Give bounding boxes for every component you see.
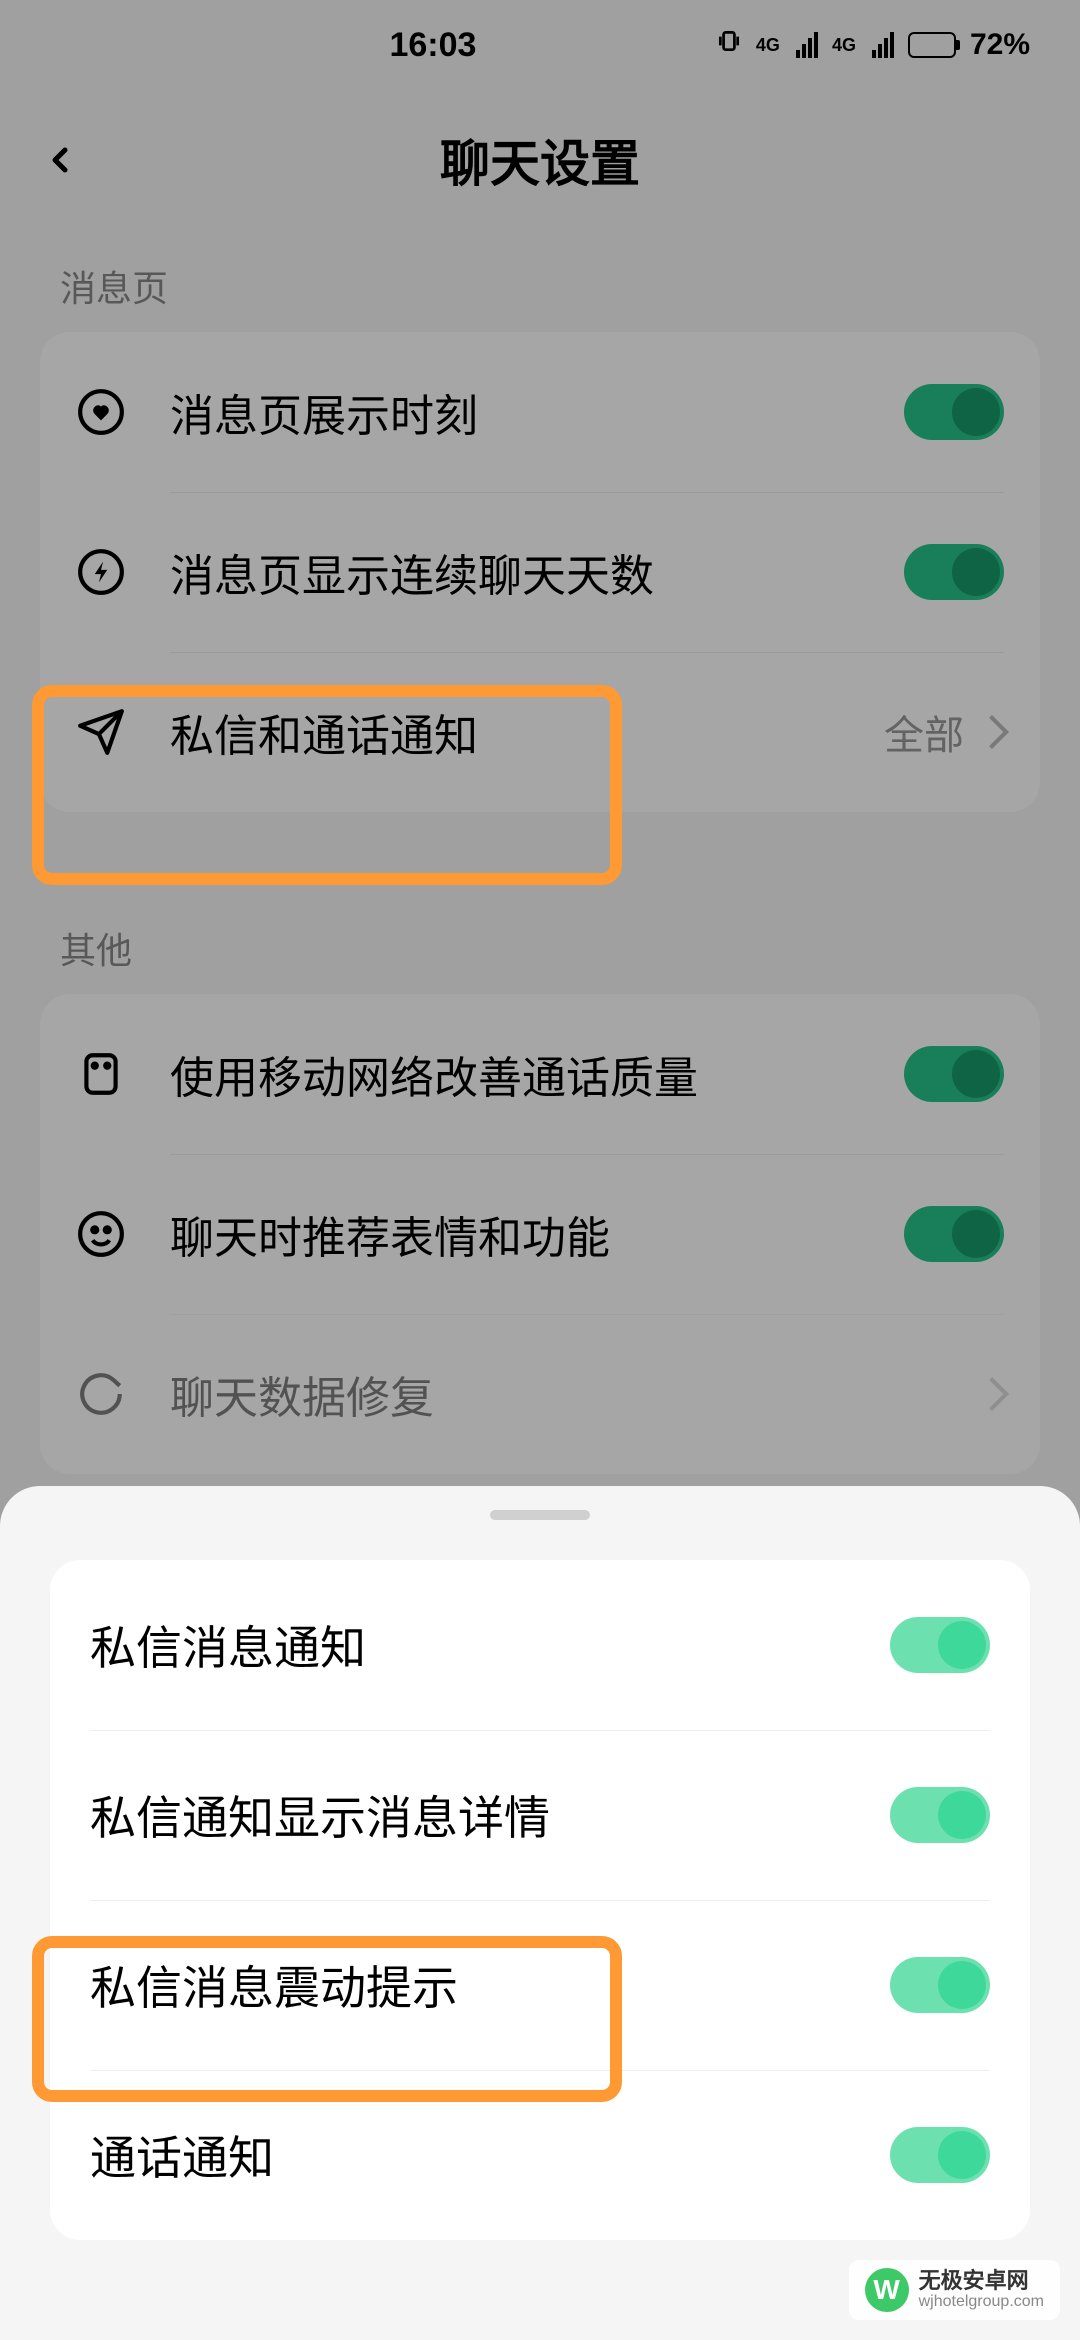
sheet-row-label: 私信消息震动提示 — [90, 1952, 890, 2018]
row-value: 全部 — [884, 703, 964, 761]
toggle-dm-vibrate[interactable] — [890, 1957, 990, 2013]
refresh-icon — [76, 1369, 126, 1419]
status-time: 16:03 — [150, 26, 716, 65]
toggle-call-notify[interactable] — [890, 2127, 990, 2183]
row-data-repair[interactable]: 聊天数据修复 — [40, 1314, 1040, 1474]
row-label: 消息页显示连续聊天天数 — [170, 540, 904, 604]
watermark-title: 无极安卓网 — [919, 2269, 1044, 2293]
row-emoji-suggest[interactable]: 聊天时推荐表情和功能 — [40, 1154, 1040, 1314]
page-title: 聊天设置 — [0, 124, 1080, 196]
smile-icon — [76, 1209, 126, 1259]
sheet-row-label: 通话通知 — [90, 2122, 890, 2188]
section-label-messages: 消息页 — [0, 230, 1080, 332]
watermark-url: wjhotelgroup.com — [919, 2293, 1044, 2311]
watermark-logo: W — [865, 2268, 909, 2312]
row-label: 聊天数据修复 — [170, 1362, 980, 1426]
sheet-row-dm-vibrate[interactable]: 私信消息震动提示 — [50, 1900, 1030, 2070]
chevron-right-icon — [975, 1377, 1009, 1411]
paper-plane-icon — [76, 707, 126, 757]
row-show-moments[interactable]: 消息页展示时刻 — [40, 332, 1040, 492]
status-bar: 16:03 4G 4G 72% — [0, 0, 1080, 90]
sim-icon — [76, 1049, 126, 1099]
toggle-dm-detail[interactable] — [890, 1787, 990, 1843]
signal-icon-1 — [796, 32, 818, 58]
row-label: 使用移动网络改善通话质量 — [170, 1042, 904, 1106]
heart-circle-icon — [76, 387, 126, 437]
sheet-row-dm-notify[interactable]: 私信消息通知 — [50, 1560, 1030, 1730]
sheet-card: 私信消息通知 私信通知显示消息详情 私信消息震动提示 通话通知 — [50, 1560, 1030, 2240]
row-label: 私信和通话通知 — [170, 700, 884, 764]
toggle-dm-notify[interactable] — [890, 1617, 990, 1673]
status-right: 4G 4G 72% — [716, 28, 1030, 62]
sheet-drag-handle[interactable] — [490, 1510, 590, 1520]
row-label: 聊天时推荐表情和功能 — [170, 1202, 904, 1266]
battery-icon — [908, 32, 956, 58]
toggle-show-moments[interactable] — [904, 384, 1004, 440]
sheet-row-label: 私信消息通知 — [90, 1612, 890, 1678]
row-label: 消息页展示时刻 — [170, 380, 904, 444]
section-label-other: 其他 — [0, 892, 1080, 994]
signal-icon-2 — [872, 32, 894, 58]
bolt-circle-icon — [76, 547, 126, 597]
sheet-row-dm-detail[interactable]: 私信通知显示消息详情 — [50, 1730, 1030, 1900]
row-chat-days[interactable]: 消息页显示连续聊天天数 — [40, 492, 1040, 652]
watermark: W 无极安卓网 wjhotelgroup.com — [849, 2260, 1060, 2320]
toggle-mobile-quality[interactable] — [904, 1046, 1004, 1102]
vibrate-icon — [716, 28, 742, 62]
other-card: 使用移动网络改善通话质量 聊天时推荐表情和功能 聊天数据修复 — [40, 994, 1040, 1474]
network-label-1: 4G — [756, 35, 780, 56]
bottom-sheet: 私信消息通知 私信通知显示消息详情 私信消息震动提示 通话通知 — [0, 1486, 1080, 2340]
toggle-emoji-suggest[interactable] — [904, 1206, 1004, 1262]
messages-card: 消息页展示时刻 消息页显示连续聊天天数 私信和通话通知 全部 — [40, 332, 1040, 812]
chevron-right-icon — [975, 715, 1009, 749]
row-mobile-quality[interactable]: 使用移动网络改善通话质量 — [40, 994, 1040, 1154]
header: 聊天设置 — [0, 90, 1080, 230]
network-label-2: 4G — [832, 35, 856, 56]
battery-percent: 72% — [970, 28, 1030, 62]
sheet-row-label: 私信通知显示消息详情 — [90, 1782, 890, 1848]
toggle-chat-days[interactable] — [904, 544, 1004, 600]
row-dm-call-notify[interactable]: 私信和通话通知 全部 — [40, 652, 1040, 812]
sheet-row-call-notify[interactable]: 通话通知 — [50, 2070, 1030, 2240]
